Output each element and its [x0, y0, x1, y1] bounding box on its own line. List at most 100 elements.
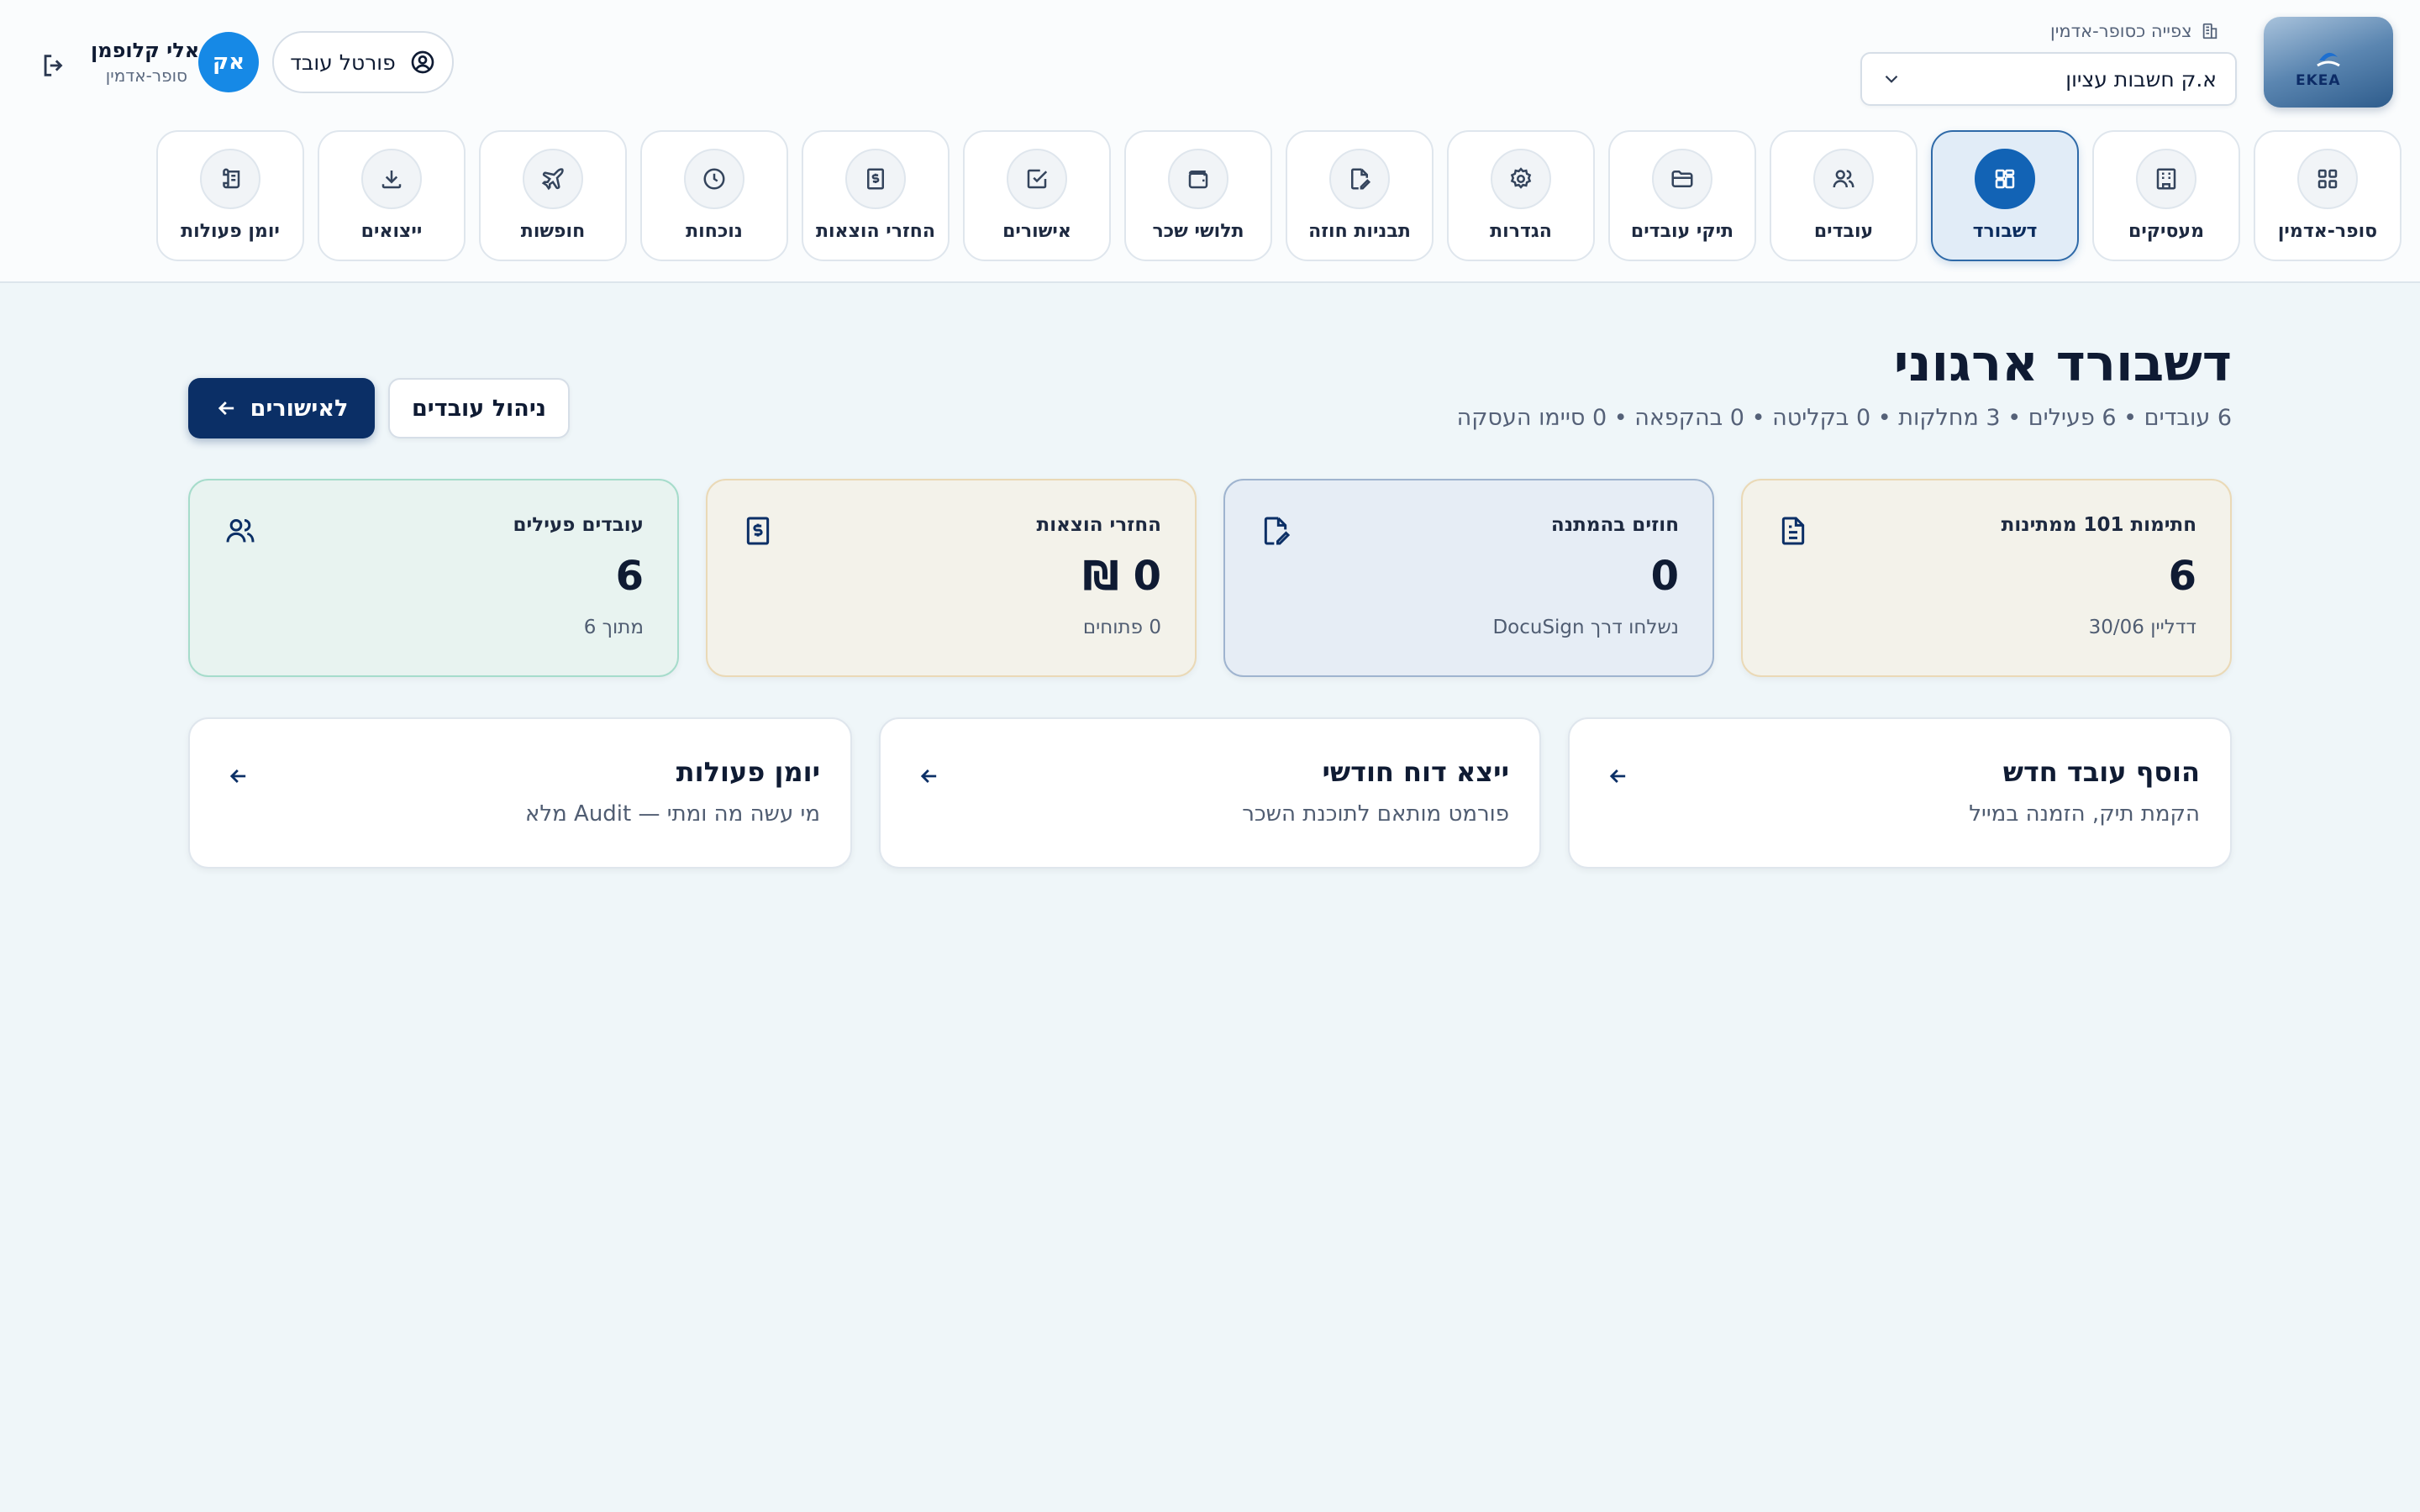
employee-portal-label: פורטל עובד — [290, 50, 396, 75]
building-icon — [2156, 168, 2176, 190]
action-subtitle: פורמט מותאם לתוכנת השכר — [1242, 801, 1509, 827]
tab-activity-log[interactable]: יומן פעולות — [156, 130, 304, 261]
stat-card-pending-101[interactable]: חתימות 101 ממתינות 6 דדליין 30/06 — [1741, 479, 2232, 677]
tab-employees[interactable]: עובדים — [1770, 130, 1918, 261]
stat-sub: נשלחו דרך DocuSign — [1492, 617, 1679, 638]
tab-label: תלושי שכר — [1152, 221, 1244, 242]
stat-label: חוזים בהמתנה — [1550, 514, 1679, 536]
tab-label: הגדרות — [1490, 221, 1552, 242]
user-circle-icon — [411, 50, 434, 74]
tab-contract-templates[interactable]: תבניות חוזה — [1286, 130, 1434, 261]
action-title: ייצא דוח חודשי — [1322, 756, 1509, 788]
stat-value: 6 — [615, 553, 644, 600]
tab-expense-reimbursements[interactable]: החזרי הוצאות — [802, 130, 950, 261]
main-nav: סופר-אדמין מעסיקים דשבורד עובדים תיקי עו… — [0, 130, 2420, 265]
file-signature-icon — [1264, 517, 1291, 545]
avatar[interactable]: אק — [198, 32, 259, 92]
document-icon — [1781, 517, 1805, 545]
tab-label: החזרי הוצאות — [815, 221, 936, 242]
stat-value: 0 — [1650, 553, 1679, 600]
arrow-left-icon — [1609, 769, 1626, 783]
tab-label: ייצואים — [360, 221, 423, 242]
tab-exports[interactable]: ייצואים — [318, 130, 466, 261]
stat-sub: מתוך 6 — [583, 617, 644, 638]
building-icon — [2202, 23, 2217, 39]
action-activity-log[interactable]: יומן פעולות מי עשה מה ומתי — Audit מלא — [188, 717, 852, 869]
wallet-icon — [1188, 171, 1208, 189]
tab-approvals[interactable]: אישורים — [963, 130, 1111, 261]
download-icon — [381, 171, 402, 189]
stat-label: חתימות 101 ממתינות — [2001, 514, 2196, 536]
tab-employee-files[interactable]: תיקי עובדים — [1608, 130, 1756, 261]
tab-employers[interactable]: מעסיקים — [2092, 130, 2240, 261]
user-name: אלי קלופמן — [91, 39, 200, 62]
tab-label: תבניות חוזה — [1308, 221, 1411, 242]
folder-icon — [1671, 171, 1693, 187]
stat-sub: 0 פתוחים — [1082, 617, 1161, 638]
clock-icon — [703, 168, 725, 190]
users-icon — [1833, 170, 1854, 188]
stat-value: 0 ₪ — [1082, 553, 1161, 600]
plane-icon — [541, 168, 564, 191]
receipt-icon — [746, 517, 770, 545]
stat-value: 6 — [2168, 553, 2196, 600]
action-add-employee[interactable]: הוסף עובד חדש הקמת תיק, הזמנה במייל — [1568, 717, 2232, 869]
tab-attendance[interactable]: נוכחות — [640, 130, 788, 261]
tab-vacations[interactable]: חופשות — [479, 130, 627, 261]
tab-label: נוכחות — [686, 221, 743, 242]
stat-sub: דדליין 30/06 — [2088, 617, 2196, 638]
top-header: EKEA צפייה כסופר-אדמין א.ק חשבות עציון א… — [0, 0, 2420, 283]
chevron-down-icon — [1885, 75, 1898, 83]
tab-dashboard[interactable]: דשבורד — [1931, 130, 2079, 261]
page-summary: 6 עובדים • 6 פעילים • 3 מחלקות • 0 בקליט… — [1456, 405, 2232, 431]
file-edit-icon — [1351, 168, 1371, 190]
tab-label: תיקי עובדים — [1630, 221, 1734, 242]
receipt-icon — [867, 168, 884, 190]
logout-button[interactable] — [34, 45, 74, 86]
tab-super-admin[interactable]: סופר-אדמין — [2254, 130, 2402, 261]
action-export-monthly-report[interactable]: ייצא דוח חודשי פורמט מותאם לתוכנת השכר — [879, 717, 1541, 869]
user-info: אלי קלופמן סופר-אדמין — [91, 39, 200, 89]
stat-card-expenses[interactable]: החזרי הוצאות 0 ₪ 0 פתוחים — [706, 479, 1197, 677]
arrow-left-icon — [218, 402, 234, 415]
tab-label: מעסיקים — [2128, 221, 2204, 242]
tab-label: חופשות — [520, 221, 586, 242]
action-subtitle: מי עשה מה ומתי — Audit מלא — [524, 801, 820, 827]
action-title: הוסף עובד חדש — [2002, 756, 2200, 788]
gear-icon — [1510, 167, 1532, 189]
tab-label: יומן פעולות — [181, 221, 280, 242]
tab-label: אישורים — [1002, 221, 1071, 242]
arrow-left-icon — [920, 769, 937, 783]
tab-label: עובדים — [1813, 221, 1874, 242]
user-role: סופר-אדמין — [105, 66, 187, 86]
viewing-as-text: צפייה כסופר-אדמין — [2050, 21, 2192, 41]
action-title: יומן פעולות — [676, 756, 820, 788]
logout-icon — [44, 55, 63, 76]
tab-settings[interactable]: הגדרות — [1447, 130, 1595, 261]
company-select-value: א.ק חשבות עציון — [2065, 66, 2217, 92]
company-logo[interactable]: EKEA — [2264, 17, 2393, 108]
logo-text: EKEA — [2296, 72, 2341, 89]
arrow-left-icon — [229, 769, 246, 783]
action-subtitle: הקמת תיק, הזמנה במייל — [1969, 801, 2200, 827]
employee-portal-button[interactable]: פורטל עובד — [272, 31, 454, 93]
stat-label: עובדים פעילים — [513, 514, 644, 536]
stat-card-pending-contracts[interactable]: חוזים בהמתנה 0 נשלחו דרך DocuSign — [1223, 479, 1714, 677]
tab-payslips[interactable]: תלושי שכר — [1124, 130, 1272, 261]
company-select[interactable]: א.ק חשבות עציון — [1860, 52, 2237, 106]
tab-label: סופר-אדמין — [2277, 221, 2378, 242]
manage-employees-button[interactable]: ניהול עובדים — [388, 378, 570, 438]
users-icon — [226, 519, 255, 543]
go-to-approvals-button[interactable]: לאישורים — [188, 378, 375, 438]
viewing-as-label: צפייה כסופר-אדמין — [2050, 18, 2227, 44]
check-square-icon — [1027, 169, 1048, 189]
tab-label: דשבורד — [1972, 221, 2038, 242]
page-title: דשבורד ארגוני — [1893, 334, 2232, 393]
dashboard-icon — [1995, 169, 2015, 189]
manage-employees-label: ניהול עובדים — [411, 395, 547, 422]
stat-card-active-employees[interactable]: עובדים פעילים 6 מתוך 6 — [188, 479, 679, 677]
grid-icon — [2317, 169, 2338, 189]
logo-wave-icon — [2317, 52, 2340, 67]
go-to-approvals-label: לאישורים — [250, 395, 349, 422]
stat-label: החזרי הוצאות — [1036, 514, 1161, 536]
